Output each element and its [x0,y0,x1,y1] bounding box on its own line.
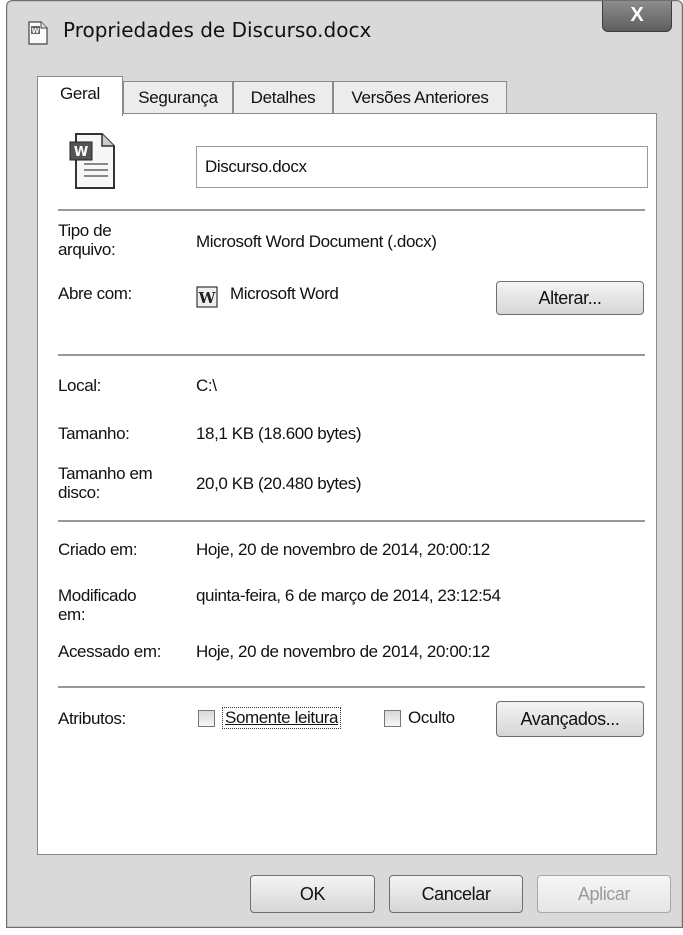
svg-text:W: W [74,145,88,160]
file-type-label: Tipo de arquivo: [58,221,116,259]
location-label: Local: [58,376,101,395]
svg-text:W: W [32,27,40,35]
advanced-button[interactable]: Avançados... [496,701,644,737]
window-title: Propriedades de Discurso.docx [63,18,372,42]
accessed-label: Acessado em: [58,642,161,661]
created-value: Hoje, 20 de novembro de 2014, 20:00:12 [196,540,490,559]
separator [58,520,645,522]
file-type-value: Microsoft Word Document (.docx) [196,232,437,251]
readonly-label[interactable]: Somente leitura [222,707,342,729]
change-button[interactable]: Alterar... [496,281,644,315]
hidden-label[interactable]: Oculto [408,708,455,728]
readonly-checkbox[interactable] [198,710,215,727]
title-bar[interactable]: W Propriedades de Discurso.docx X [7,1,682,59]
accessed-value: Hoje, 20 de novembro de 2014, 20:00:12 [196,642,490,661]
disk-size-value: 20,0 KB (20.480 bytes) [196,474,362,493]
separator [58,209,645,211]
modified-label: Modificado em: [58,586,137,624]
separator [58,354,645,356]
opens-with-label: Abre com: [58,284,132,303]
created-label: Criado em: [58,540,138,559]
filename-input[interactable]: Discurso.docx [196,146,648,188]
location-value: C:\ [196,376,217,395]
attributes-label: Atributos: [58,709,126,728]
word-document-icon: W [28,21,48,45]
tab-detalhes[interactable]: Detalhes [233,81,333,115]
hidden-checkbox[interactable] [384,710,401,727]
properties-window: W Propriedades de Discurso.docx X Geral … [6,0,683,928]
microsoft-word-icon: W [196,286,218,308]
size-value: 18,1 KB (18.600 bytes) [196,424,362,443]
disk-size-label: Tamanho em disco: [58,464,153,502]
word-document-icon: W [69,133,115,189]
svg-text:W: W [198,289,217,307]
opens-with-value: Microsoft Word [230,284,339,303]
tab-versoes-anteriores[interactable]: Versões Anteriores [333,81,507,115]
tab-geral[interactable]: Geral [37,76,123,116]
modified-value: quinta-feira, 6 de março de 2014, 23:12:… [196,586,501,605]
separator [58,686,645,688]
cancel-button[interactable]: Cancelar [389,875,523,913]
size-label: Tamanho: [58,424,130,443]
close-button[interactable]: X [602,1,672,32]
general-tab-panel: W Discurso.docx Tipo de arquivo: Microso… [37,113,657,855]
tab-seguranca[interactable]: Segurança [123,81,233,115]
apply-button[interactable]: Aplicar [537,875,671,913]
ok-button[interactable]: OK [250,875,375,913]
